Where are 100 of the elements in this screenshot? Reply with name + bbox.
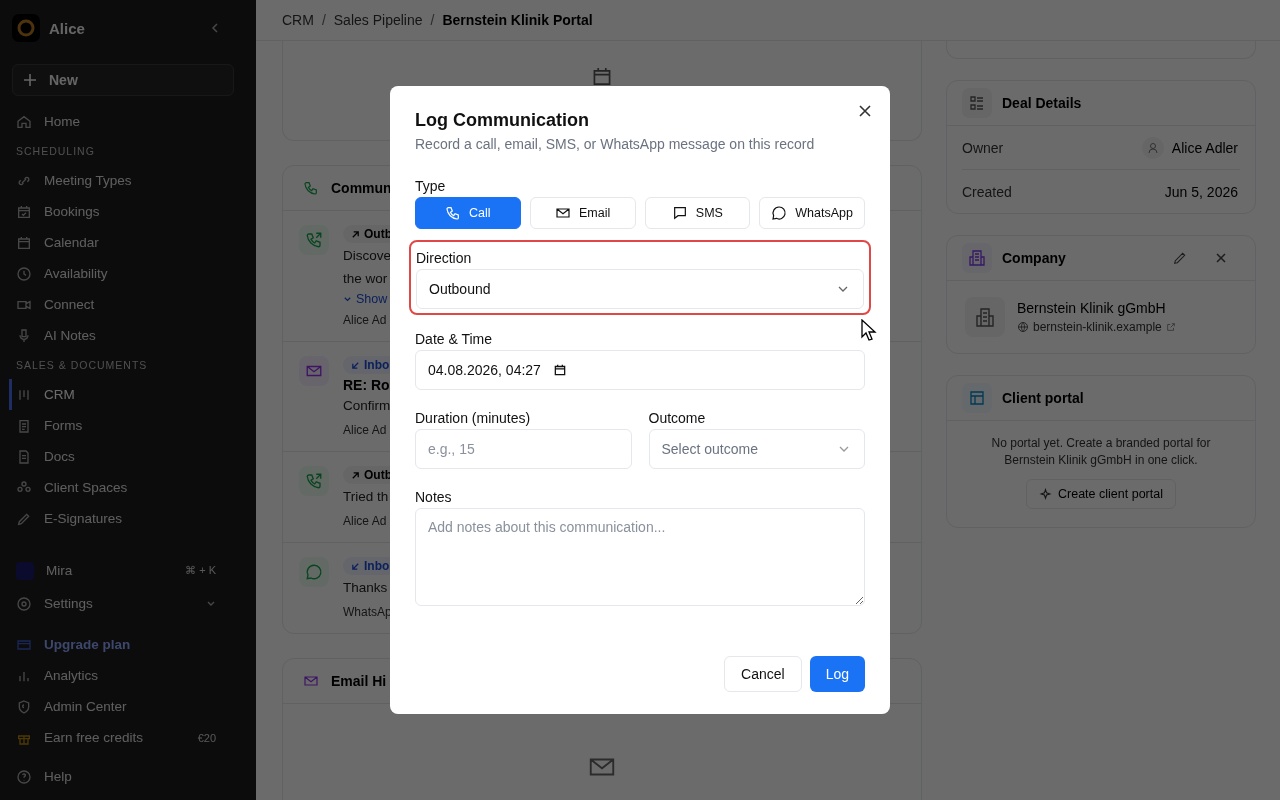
company-name: Bernstein Klinik gGmbH [1017,300,1167,316]
website-link[interactable]: bernstein-klinik.example [1033,320,1162,334]
phone-icon [303,180,319,196]
type-option[interactable]: Call [415,197,521,229]
chat-bubble-icon [299,557,329,587]
card-title: Company [1002,250,1066,266]
clipboard-icon [16,417,32,434]
show-more-link[interactable]: Show [343,292,388,306]
phone-icon [445,205,462,221]
envelope-icon [303,673,319,689]
type-option[interactable]: WhatsApp [759,197,865,229]
card-title: Commun [331,180,392,196]
breadcrumb-link[interactable]: Sales Pipeline [333,12,423,28]
calendar-icon [593,67,611,85]
chat-bubble-icon [771,205,788,221]
entry-text: the wor [343,270,388,288]
type-option[interactable]: SMS [644,197,751,229]
entry-text: Confirm [343,397,391,415]
field-label: Type [415,178,447,194]
help-icon [16,768,32,785]
gear-icon [16,595,32,612]
sidebar-item[interactable]: AI Notes [9,320,244,351]
breadcrumb-link[interactable]: CRM [282,12,314,28]
shortcut-hint: ⌘ + K [185,564,216,577]
outcome-select[interactable]: Select outcome [648,429,865,469]
entry-meta: Alice Ad [343,514,387,528]
cancel-button[interactable]: Cancel [724,656,802,692]
envelope-icon [299,356,329,386]
field-value: Jun 5, 2026 [1164,183,1238,200]
sidebar-item[interactable]: Bookings [9,196,244,227]
card-title: Email Hi [331,673,387,689]
sidebar-item[interactable]: Earn free credits €20 [9,722,244,753]
workspace-name: Alice [49,19,85,37]
shield-icon [16,698,32,715]
log-button[interactable]: Log [809,656,865,692]
sidebar-item[interactable]: Availability [9,258,244,289]
sidebar-item[interactable]: Meeting Types [9,165,244,196]
empty-state-message: No portal yet. Create a branded portal for Bernstein Klinik gGmbH in one click. [990,435,1212,469]
assistant-icon [16,561,34,580]
close-icon[interactable] [859,105,871,117]
sidebar-item[interactable]: Connect [9,289,244,320]
new-button[interactable]: New [12,64,234,96]
field-label: Notes [415,489,453,505]
entry-meta: Alice Ad [343,313,387,327]
layout-icon [962,383,992,413]
type-option[interactable]: Email [529,197,636,229]
plus-icon [23,73,37,87]
house-icon [16,113,32,130]
sidebar-item[interactable]: Admin Center [9,691,244,722]
sidebar-item[interactable]: Client Spaces [9,472,244,503]
sidebar-item[interactable]: Upgrade plan [9,629,244,660]
field-value: Alice Adler [1171,139,1238,156]
sidebar-item[interactable]: Analytics [9,660,244,691]
sidebar-item[interactable]: Settings [9,588,244,619]
globe-icon [1017,321,1029,333]
sidebar-item[interactable]: Home [9,106,244,137]
field-label: Direction [416,250,473,266]
phone-call-icon [299,466,329,496]
entry-meta: WhatsAp [343,605,392,619]
email-subject: RE: Ro [343,377,390,393]
calendar-icon[interactable] [552,363,567,377]
document-icon [16,448,32,465]
sidebar-item[interactable]: E-Signatures [9,503,244,534]
section-heading: SCHEDULING [16,145,95,157]
clock-icon [16,265,32,282]
date-time-field[interactable]: 04.08.2026, 04:27 [415,350,865,390]
sidebar-item[interactable]: Docs [9,441,244,472]
sidebar-item[interactable]: Mira ⌘ + K [9,555,244,586]
dialog-subtitle: Record a call, email, SMS, or WhatsApp message on this record [415,136,816,152]
chevron-down-icon [343,294,352,304]
external-link-icon[interactable] [1165,322,1176,332]
microphone-icon [16,327,32,344]
envelope-icon [555,205,571,221]
create-portal-button[interactable]: Create client portal [1026,479,1176,509]
field-label: Date & Time [415,331,494,347]
breadcrumb-separator: / [321,12,326,28]
app-logo-icon [12,14,40,42]
entry-meta: Alice Ad [343,423,387,437]
entry-text: Thanks [343,579,388,597]
card-title: Client portal [1002,390,1084,406]
phone-call-icon [299,225,329,255]
credit-amount: €20 [197,731,216,744]
entry-text: Discove [343,247,391,265]
edit-icon[interactable] [1172,250,1188,266]
dialog-title: Log Communication [415,109,590,132]
direction-select[interactable]: Outbound [416,269,864,309]
mouse-cursor-icon [861,319,877,341]
field-label: Duration (minutes) [415,410,532,426]
sidebar-item[interactable]: Help [9,761,244,792]
sidebar-item[interactable]: Forms [9,410,244,441]
section-heading: SALES & DOCUMENTS [16,359,148,371]
sidebar-item[interactable]: Calendar [9,227,244,258]
sidebar-item[interactable]: CRM [9,379,244,410]
field-label: Created [962,183,1012,200]
calendar-icon [16,234,32,251]
duration-field[interactable]: e.g., 15 [415,429,632,469]
notes-field[interactable]: Add notes about this communication... [415,508,865,606]
breadcrumb-separator: / [430,12,435,28]
entry-text: Tried th [343,488,389,506]
chevron-left-icon[interactable] [210,23,220,33]
